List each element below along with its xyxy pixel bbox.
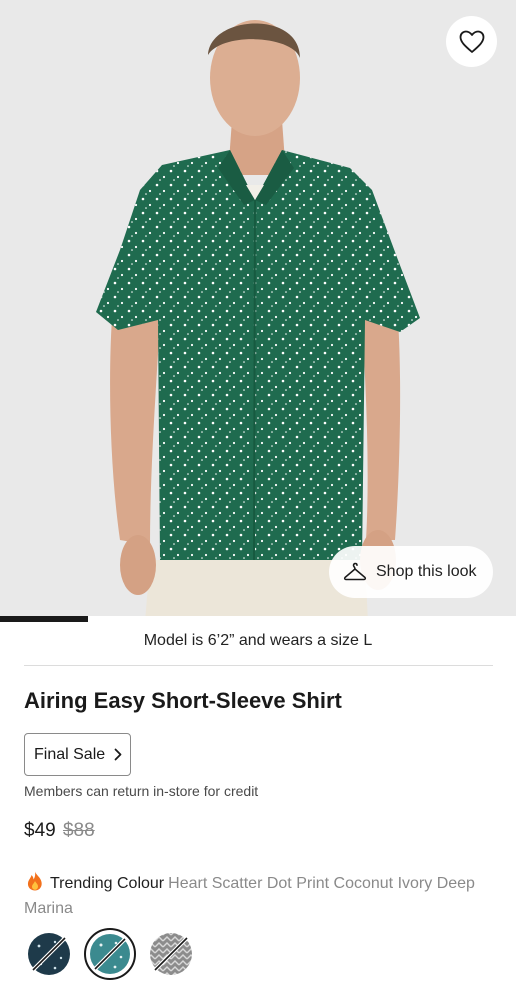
return-policy-note: Members can return in-store for credit [24,783,259,799]
original-price: $88 [62,820,95,841]
swatch-navy-unavailable-icon [28,933,70,975]
swatch-grey-unavailable-icon [150,933,192,975]
final-sale-button[interactable]: Final Sale [24,733,131,776]
colour-info: Trending Colour Heart Scatter Dot Print C… [24,870,494,921]
gallery-progress-bar [0,616,88,622]
swatch-teal-unavailable-icon [90,934,130,974]
colour-swatch-teal-selected[interactable] [84,928,136,980]
heart-outline-icon [459,30,484,53]
model-photo [0,0,516,622]
colour-swatch-navy[interactable] [25,930,73,978]
product-title: Airing Easy Short-Sleeve Shirt [24,688,342,713]
product-image[interactable]: Shop this look [0,0,516,622]
trending-colour-label: Trending Colour [50,875,165,892]
shop-this-look-label: Shop this look [376,563,477,580]
price: $49 $88 [24,820,95,842]
favorite-button[interactable] [446,16,497,67]
colour-swatch-grey[interactable] [147,930,195,978]
chevron-right-icon [114,748,122,761]
fire-icon [27,871,42,891]
shop-this-look-button[interactable]: Shop this look [329,546,493,598]
hanger-icon [343,562,367,581]
final-sale-label: Final Sale [34,745,106,763]
sale-price: $49 [24,820,56,841]
model-size-note: Model is 6’2” and wears a size L [143,632,373,649]
divider [24,665,493,666]
